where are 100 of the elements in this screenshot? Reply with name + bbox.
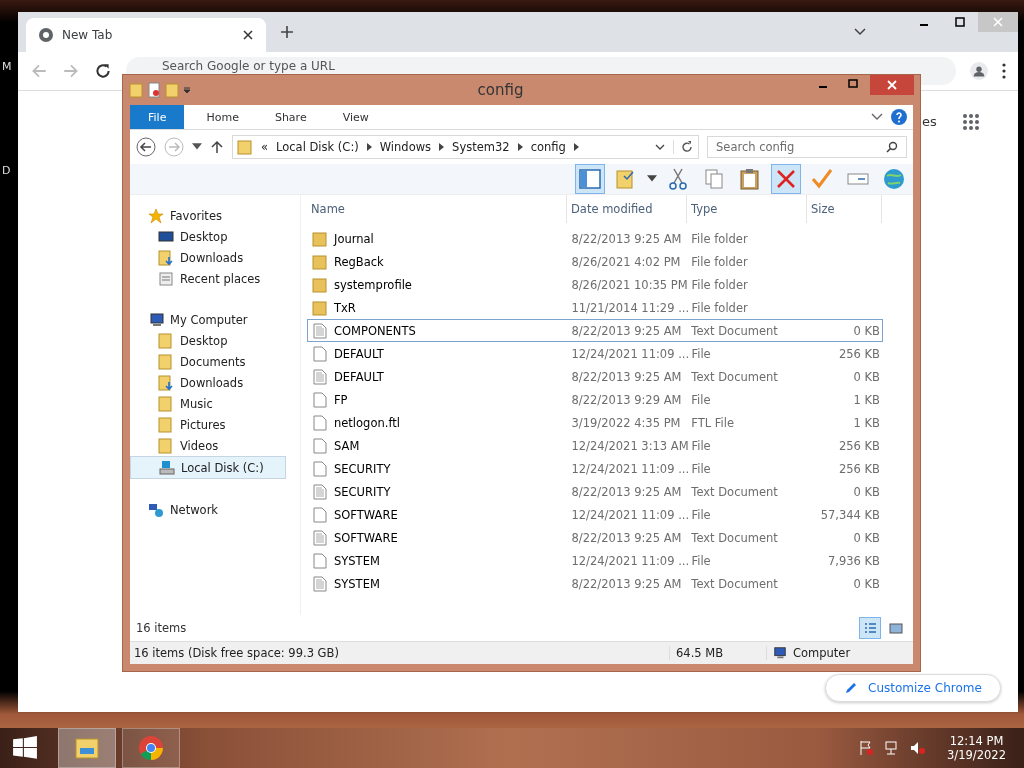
breadcrumb-item[interactable]: « (261, 140, 269, 154)
file-row[interactable]: SYSTEM 8/22/2013 9:25 AM Text Document 0 KB (307, 572, 883, 595)
menu-icon[interactable] (1002, 63, 1006, 79)
column-header[interactable]: Type (687, 195, 807, 223)
file-row[interactable]: SAM 12/24/2021 3:13 AM File 256 KB (307, 434, 883, 457)
chevron-down-icon[interactable] (655, 143, 665, 151)
file-row[interactable]: FP 8/22/2013 9:29 AM File 1 KB (307, 388, 883, 411)
column-header[interactable]: Name (307, 195, 567, 223)
date-cell-text: 12/24/2021 11:09 ... (570, 553, 688, 568)
close-icon[interactable] (242, 29, 254, 41)
size-cell-text: 256 KB (837, 346, 881, 361)
reload-icon[interactable] (94, 62, 112, 80)
file-name: SECURITY (334, 484, 391, 499)
folder-icon (237, 139, 253, 155)
breadcrumb-item[interactable]: config (530, 140, 566, 154)
caret-icon[interactable] (647, 175, 657, 183)
new-tab-icon[interactable] (280, 25, 294, 39)
file-row[interactable]: DEFAULT 8/22/2013 9:25 AM Text Document 0 KB (307, 365, 883, 388)
clock-date[interactable]: 3/19/2022 (947, 748, 1006, 762)
pencil-icon (844, 681, 858, 695)
column-header[interactable]: Date modified (567, 195, 687, 223)
date-cell-text: 8/26/2021 10:35 PM (570, 277, 688, 292)
file-row[interactable]: RegBack 8/26/2021 4:02 PM File folder (307, 250, 883, 273)
dropdown-icon[interactable] (183, 86, 191, 94)
chevron-right-icon[interactable] (439, 143, 445, 151)
file-row[interactable]: systemprofile 8/26/2021 10:35 PM File folder (307, 273, 883, 296)
speaker-muted-icon[interactable] (910, 740, 927, 756)
file-row[interactable]: Journal 8/22/2013 9:25 AM File folder (307, 227, 883, 250)
sidebar-item[interactable]: Downloads (130, 372, 286, 393)
file-row[interactable]: SECURITY 8/22/2013 9:25 AM Text Document 0 KB (307, 480, 883, 503)
file-row[interactable]: SYSTEM 12/24/2021 11:09 ... File 7,936 KB (307, 549, 883, 572)
chevron-right-icon[interactable] (517, 143, 523, 151)
ribbon-tab[interactable]: Home (192, 105, 253, 129)
address-bar[interactable]: « Local Disk (C:) Windows System32 config (232, 135, 699, 159)
type-cell-text: File (690, 346, 712, 361)
sidebar-item[interactable]: Desktop (130, 330, 286, 351)
status-text: 16 items (Disk free space: 99.3 GB) (133, 646, 340, 660)
search-field[interactable]: Search config (707, 136, 907, 158)
type-cell-text: File folder (690, 231, 749, 246)
properties-icon[interactable] (147, 82, 161, 98)
close-button[interactable] (870, 75, 914, 95)
file-row[interactable]: COMPONENTS 8/22/2013 9:25 AM Text Document 0 KB (307, 319, 883, 342)
chevron-right-icon[interactable] (366, 143, 372, 151)
maximize-icon[interactable] (848, 79, 858, 89)
file-icon (312, 437, 328, 454)
sidebar-item[interactable]: Music (130, 393, 286, 414)
ribbon-tab[interactable]: View (328, 105, 383, 129)
file-row[interactable]: TxR 11/21/2014 11:29 ... File folder (307, 296, 883, 319)
breadcrumb-item[interactable]: Windows (379, 140, 432, 154)
customize-chrome-button[interactable]: Customize Chrome (825, 674, 1001, 702)
date-cell-text: 8/22/2013 9:25 AM (570, 323, 683, 338)
breadcrumb-item[interactable]: Local Disk (C:) (276, 140, 359, 154)
sidebar-item[interactable]: Downloads (130, 247, 286, 268)
images-link[interactable]: es (922, 114, 937, 129)
ribbon-tab[interactable]: Share (260, 105, 321, 129)
details-view-icon[interactable] (859, 617, 881, 639)
size-cell-text: 0 KB (852, 530, 881, 545)
help-icon[interactable] (891, 109, 907, 125)
sidebar-item[interactable]: Recent places (130, 268, 286, 289)
file-row[interactable]: SOFTWARE 8/22/2013 9:25 AM Text Document 0 KB (307, 526, 883, 549)
file-name: SAM (334, 438, 360, 453)
windows-logo-icon[interactable] (12, 735, 38, 761)
sidebar-item[interactable]: Videos (130, 435, 286, 456)
chevron-down-icon[interactable] (854, 28, 866, 36)
file-name: Journal (334, 231, 374, 246)
sidebar-item[interactable]: My Computer (130, 309, 286, 330)
clock-time[interactable]: 12:14 PM (949, 734, 1004, 748)
delete-icon[interactable] (771, 164, 801, 194)
profile-icon[interactable] (970, 62, 988, 80)
maximize-icon[interactable] (954, 16, 966, 28)
file-row[interactable]: SECURITY 12/24/2021 11:09 ... File 256 KB (307, 457, 883, 480)
date-cell-text: 8/22/2013 9:25 AM (570, 231, 683, 246)
back-icon[interactable] (136, 137, 156, 157)
sidebar-item[interactable]: Pictures (130, 414, 286, 435)
file-name: systemprofile (334, 277, 412, 292)
caret-icon[interactable] (192, 143, 202, 151)
flag-icon[interactable] (858, 740, 875, 756)
chrome-logo-icon (137, 734, 165, 762)
up-arrow-icon[interactable] (210, 140, 224, 154)
taskbar-app-button[interactable] (58, 728, 116, 768)
browser-tab[interactable]: New Tab (26, 18, 266, 52)
desktop-icon-label: D (2, 164, 11, 177)
sidebar-item[interactable]: Documents (130, 351, 286, 372)
file-row[interactable]: DEFAULT 12/24/2021 11:09 ... File 256 KB (307, 342, 883, 365)
file-row[interactable]: SOFTWARE 12/24/2021 11:09 ... File 57,344 KB (307, 503, 883, 526)
column-header[interactable]: Size (807, 195, 882, 223)
sidebar-item[interactable]: Desktop (130, 226, 286, 247)
file-row[interactable]: netlogon.ftl 3/19/2022 4:35 PM FTL File 1 KB (307, 411, 883, 434)
folder-icon (312, 230, 328, 247)
sidebar-item[interactable]: Favorites (130, 205, 286, 226)
ribbon-tab[interactable]: File (130, 105, 185, 129)
breadcrumb-item[interactable]: System32 (452, 140, 510, 154)
taskbar-app-button[interactable] (122, 728, 180, 768)
apps-grid-icon[interactable] (962, 113, 980, 131)
preview-pane-icon[interactable] (575, 164, 605, 194)
chevron-right-icon[interactable] (573, 143, 579, 151)
date-cell-text: 8/22/2013 9:29 AM (570, 392, 683, 407)
sidebar-item[interactable]: Network (130, 499, 286, 520)
sidebar-item[interactable]: Local Disk (C:) (130, 456, 286, 479)
refresh-icon[interactable] (673, 140, 694, 154)
